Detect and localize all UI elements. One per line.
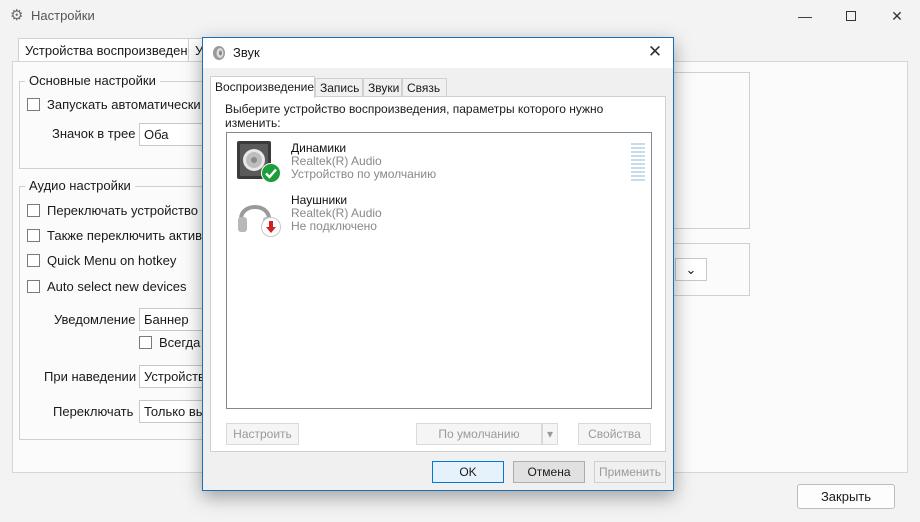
quick-menu-label: Quick Menu on hotkey — [47, 253, 177, 268]
apply-button[interactable]: Применить — [594, 461, 666, 483]
hover-label: При наведении — [44, 369, 137, 384]
autostart-option[interactable]: Запускать автоматически с W — [27, 97, 227, 112]
close-icon: ✕ — [891, 7, 903, 24]
switch-device-label: Переключать устройство св — [47, 203, 215, 218]
tab-playback-devices[interactable]: Устройства воспроизведения — [18, 38, 209, 62]
right-group-box — [663, 72, 750, 229]
quick-menu-option[interactable]: Quick Menu on hotkey — [27, 253, 176, 268]
auto-select-option[interactable]: Auto select new devices — [27, 279, 186, 294]
settings-titlebar: ⚙ Настройки — ✕ — [0, 0, 920, 32]
notification-label: Уведомление — [54, 312, 136, 327]
device-list[interactable]: Динамики Realtek(R) Audio Устройство по … — [226, 132, 652, 409]
tab-recording[interactable]: Запись — [315, 78, 363, 97]
autostart-checkbox[interactable] — [27, 98, 40, 111]
device-item-speakers[interactable]: Динамики Realtek(R) Audio Устройство по … — [235, 139, 645, 189]
sound-dialog: Звук ✕ Воспроизведение Запись Звуки Связ… — [202, 37, 674, 491]
close-button[interactable]: Закрыть — [797, 484, 895, 509]
device-item-headphones[interactable]: Наушники Realtek(R) Audio Не подключено — [235, 191, 635, 241]
playback-panel: Выберите устройство воспроизведения, пар… — [210, 96, 666, 452]
instruction-text: Выберите устройство воспроизведения, пар… — [225, 102, 604, 130]
device-name: Наушники — [291, 193, 348, 207]
auto-select-checkbox[interactable] — [27, 280, 40, 293]
switch-device-option[interactable]: Переключать устройство св — [27, 203, 215, 218]
audio-settings-title: Аудио настройки — [25, 178, 135, 193]
settings-title: Настройки — [31, 8, 95, 23]
sound-dialog-title: Звук — [233, 45, 260, 60]
chevron-down-icon: ▾ — [546, 427, 554, 441]
switch-active-checkbox[interactable] — [27, 229, 40, 242]
gear-icon: ⚙ — [10, 7, 24, 24]
switch-active-option[interactable]: Также переключить активну — [27, 228, 216, 243]
sound-dialog-titlebar: Звук ✕ — [203, 38, 673, 68]
tray-icon-label: Значок в трее — [52, 126, 136, 141]
maximize-button[interactable] — [828, 0, 874, 32]
sound-app-icon — [213, 46, 225, 60]
tab-playback[interactable]: Воспроизведение — [210, 76, 315, 98]
switch-label: Переключать — [53, 404, 134, 419]
minimize-icon: — — [798, 8, 812, 24]
device-name: Динамики — [291, 141, 347, 155]
tab-sounds[interactable]: Звуки — [363, 78, 402, 97]
disconnected-arrow-icon — [261, 217, 281, 237]
right-dropdown[interactable]: ⌄ — [675, 258, 707, 281]
autostart-label: Запускать автоматически с W — [47, 97, 227, 112]
set-default-dropdown[interactable]: ▾ — [542, 423, 558, 445]
tab-communications[interactable]: Связь — [402, 78, 447, 97]
always-checkbox[interactable] — [139, 336, 152, 349]
close-window-button[interactable]: ✕ — [874, 0, 920, 32]
dialog-close-icon[interactable]: ✕ — [645, 42, 665, 62]
device-driver: Realtek(R) Audio — [291, 154, 382, 168]
device-driver: Realtek(R) Audio — [291, 206, 382, 220]
chevron-down-icon: ⌄ — [685, 262, 697, 277]
cancel-button[interactable]: Отмена — [513, 461, 585, 483]
default-check-icon — [261, 163, 281, 183]
configure-button[interactable]: Настроить — [226, 423, 299, 445]
quick-menu-checkbox[interactable] — [27, 254, 40, 267]
ok-button[interactable]: OK — [432, 461, 504, 483]
switch-device-checkbox[interactable] — [27, 204, 40, 217]
always-option[interactable]: Всегда и — [139, 335, 211, 350]
maximize-icon — [846, 11, 856, 21]
device-status: Не подключено — [291, 219, 377, 233]
minimize-button[interactable]: — — [782, 0, 828, 32]
volume-meter — [631, 143, 645, 185]
set-default-button[interactable]: По умолчанию — [416, 423, 542, 445]
device-status: Устройство по умолчанию — [291, 167, 437, 181]
basic-settings-title: Основные настройки — [25, 73, 160, 88]
switch-active-label: Также переключить активну — [47, 228, 216, 243]
properties-button[interactable]: Свойства — [578, 423, 651, 445]
auto-select-label: Auto select new devices — [47, 279, 187, 294]
